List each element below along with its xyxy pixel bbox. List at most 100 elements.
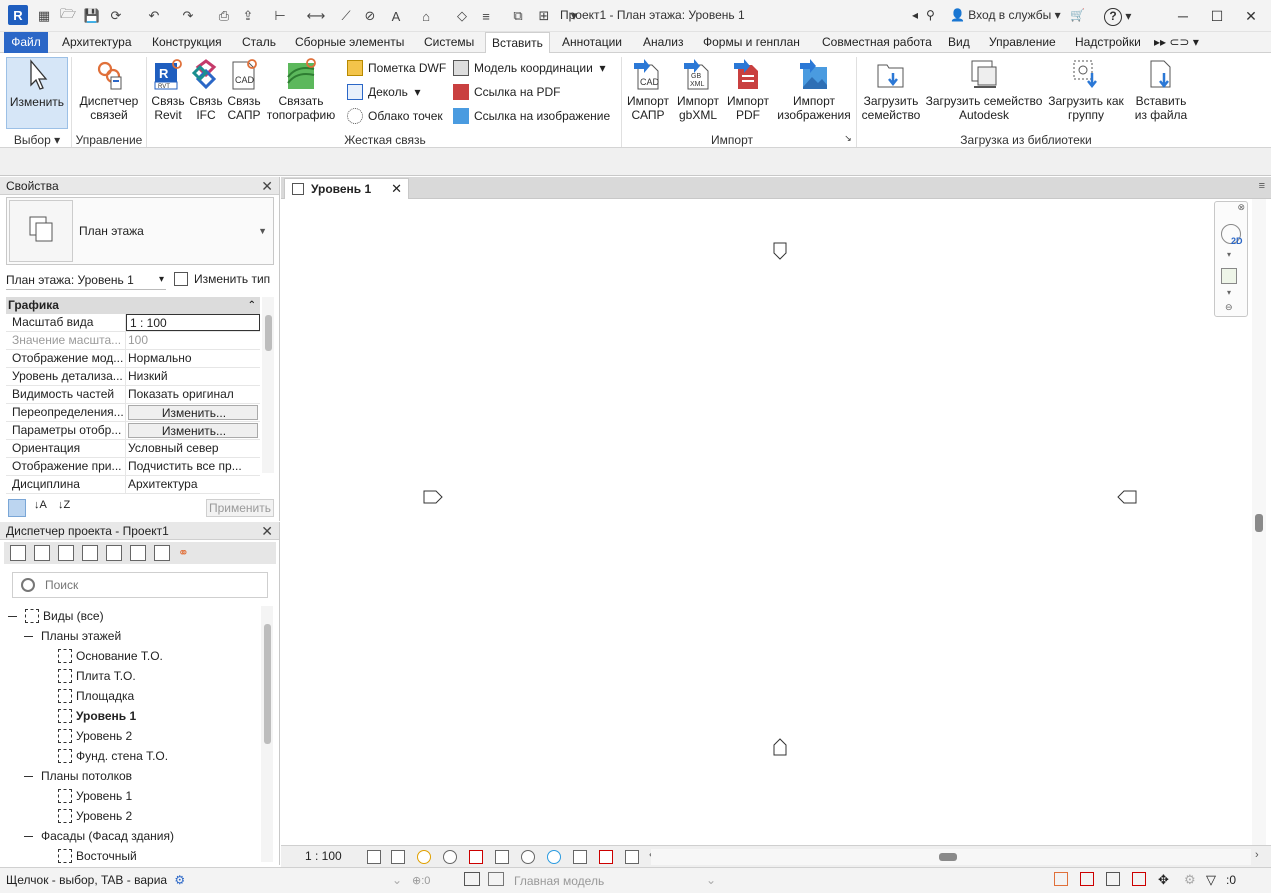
revit-links-icon[interactable]: [154, 545, 170, 561]
sort-descending-icon[interactable]: ↓Z: [58, 499, 70, 511]
close-hidden-icon[interactable]: ⧉: [508, 6, 528, 26]
sync-icon[interactable]: ⟳: [106, 6, 126, 26]
switch-windows-icon[interactable]: ⊞: [534, 6, 554, 26]
group-graphics[interactable]: Графика ⌃: [6, 297, 260, 314]
detail-level-icon[interactable]: [367, 850, 381, 864]
drawing-canvas[interactable]: [281, 199, 1252, 845]
print-icon[interactable]: ⎙: [214, 6, 234, 26]
sheets-icon[interactable]: [82, 545, 98, 561]
views-icon[interactable]: [10, 545, 26, 561]
tab-steel[interactable]: Сталь: [236, 32, 282, 53]
export-icon[interactable]: ⇪: [238, 6, 258, 26]
select-underlay-icon[interactable]: [1080, 872, 1094, 886]
insert-from-file-button[interactable]: Вставить из файла: [1130, 57, 1192, 122]
list-item[interactable]: Уровень 2: [58, 806, 132, 826]
type-selector[interactable]: План этажа ▼: [6, 197, 274, 265]
view-scale-input[interactable]: 1 : 100: [126, 314, 260, 331]
highlight-displacement-icon[interactable]: [625, 850, 639, 864]
open-icon[interactable]: 🗁: [58, 6, 78, 26]
sun-path-icon[interactable]: [417, 850, 431, 864]
tree-node-floor-plans[interactable]: Планы этажей: [24, 626, 121, 646]
import-dialog-launcher-icon[interactable]: ↘: [842, 133, 854, 148]
crop-view-icon[interactable]: [469, 850, 483, 864]
list-item[interactable]: Основание Т.О.: [58, 646, 163, 666]
section-icon[interactable]: ◇: [452, 6, 472, 26]
link-revit-button[interactable]: R RVT Связь Revit: [149, 57, 187, 122]
tab-analyze[interactable]: Анализ: [637, 32, 690, 53]
import-image-button[interactable]: Импорт изображения: [774, 57, 854, 122]
tab-file[interactable]: Файл: [4, 32, 48, 53]
tab-addins[interactable]: Надстройки: [1069, 32, 1147, 53]
west-elevation-marker[interactable]: [422, 489, 444, 505]
tab-massing-site[interactable]: Формы и генплан: [697, 32, 806, 53]
select-pinned-icon[interactable]: [1106, 872, 1120, 886]
table-row[interactable]: Видимость частей Показать оригинал: [6, 386, 260, 404]
edit-type-button[interactable]: Изменить тип: [174, 272, 270, 286]
view-scale-button[interactable]: 1 : 100: [305, 849, 342, 863]
vertical-scrollbar[interactable]: [1252, 199, 1266, 845]
table-row[interactable]: Уровень детализа... Низкий: [6, 368, 260, 386]
cart-icon[interactable]: 🛒: [1070, 8, 1085, 22]
load-autodesk-family-button[interactable]: Загрузить семейство Autodesk: [924, 57, 1044, 122]
filter-count[interactable]: ▽:0: [1206, 872, 1236, 887]
groups-icon[interactable]: [130, 545, 146, 561]
table-row[interactable]: Параметры отобр... Изменить...: [6, 422, 260, 440]
modify-button[interactable]: Изменить: [6, 57, 68, 129]
image-link-button[interactable]: Ссылка на изображение: [453, 107, 610, 125]
tag-icon[interactable]: ⟋: [336, 6, 356, 26]
edit-display-button[interactable]: Изменить...: [128, 423, 258, 438]
list-item[interactable]: Плита Т.О.: [58, 666, 136, 686]
pdf-link-button[interactable]: Ссылка на PDF: [453, 83, 560, 101]
revit-logo[interactable]: R: [8, 5, 28, 25]
tab-insert[interactable]: Вставить: [485, 32, 550, 54]
tab-manage[interactable]: Управление: [983, 32, 1062, 53]
minimize-button[interactable]: ─: [1170, 4, 1196, 28]
analytical-model-icon[interactable]: [599, 850, 613, 864]
table-row[interactable]: Ориентация Условный север: [6, 440, 260, 458]
link-ifc-button[interactable]: Связь IFC: [187, 57, 225, 122]
dwf-markup-button[interactable]: Пометка DWF: [347, 59, 446, 77]
list-item-active[interactable]: Уровень 1: [58, 706, 136, 726]
tab-architecture[interactable]: Архитектура: [56, 32, 138, 53]
search-input[interactable]: [45, 576, 255, 594]
close-icon[interactable]: ⊗: [1237, 202, 1245, 213]
coordination-model-button[interactable]: Модель координации ▾: [453, 59, 606, 77]
thin-lines-icon[interactable]: ≡: [476, 6, 496, 26]
design-option-edit-icon[interactable]: [488, 872, 504, 886]
edit-overrides-button[interactable]: Изменить...: [128, 405, 258, 420]
load-family-button[interactable]: Загрузить семейство: [860, 57, 922, 122]
table-row[interactable]: Дисциплина Архитектура: [6, 476, 260, 494]
3d-view-icon[interactable]: ⌂: [416, 6, 436, 26]
measure-icon[interactable]: ⊢: [270, 6, 290, 26]
drag-elements-icon[interactable]: ✥: [1158, 872, 1169, 888]
import-gbxml-button[interactable]: GB XML Импорт gbXML: [674, 57, 722, 122]
design-options-icon[interactable]: [464, 872, 480, 886]
decal-button[interactable]: Деколь ▾: [347, 83, 421, 101]
sign-in-button[interactable]: 👤 Вход в службы ▾: [950, 8, 1061, 22]
instance-filter-select[interactable]: План этажа: Уровень 1 ▾: [6, 270, 166, 290]
north-elevation-marker[interactable]: [772, 241, 788, 261]
browser-scrollbar[interactable]: [261, 606, 273, 862]
design-option-select[interactable]: Главная модель: [514, 874, 604, 888]
temporary-hide-icon[interactable]: [521, 850, 535, 864]
table-row[interactable]: Масштаб вида 1 : 100: [6, 314, 260, 332]
east-elevation-marker[interactable]: [1116, 489, 1138, 505]
sort-ascending-icon[interactable]: ↓A: [34, 499, 47, 511]
close-icon[interactable]: ✕: [261, 522, 273, 540]
categorize-icon[interactable]: [8, 499, 26, 517]
tab-systems[interactable]: Системы: [418, 32, 480, 53]
browser-search[interactable]: [12, 572, 268, 598]
text-icon[interactable]: A: [386, 6, 406, 26]
families-icon[interactable]: [106, 545, 122, 561]
dimension-icon[interactable]: ⟷: [306, 6, 326, 26]
worksharing-icon[interactable]: ⚙: [174, 873, 185, 887]
tab-view[interactable]: Вид: [942, 32, 976, 53]
schedules-icon[interactable]: [58, 545, 74, 561]
load-as-group-button[interactable]: Загрузить как группу: [1046, 57, 1126, 122]
horizontal-scrollbar[interactable]: [651, 849, 1251, 865]
link-cad-button[interactable]: CAD Связь САПР: [225, 57, 263, 122]
manage-links-button[interactable]: Диспетчер связей: [76, 57, 142, 122]
table-row[interactable]: Отображение при... Подчистить все пр...: [6, 458, 260, 476]
point-cloud-button[interactable]: Облако точек: [347, 107, 443, 125]
select-by-face-icon[interactable]: [1132, 872, 1146, 886]
